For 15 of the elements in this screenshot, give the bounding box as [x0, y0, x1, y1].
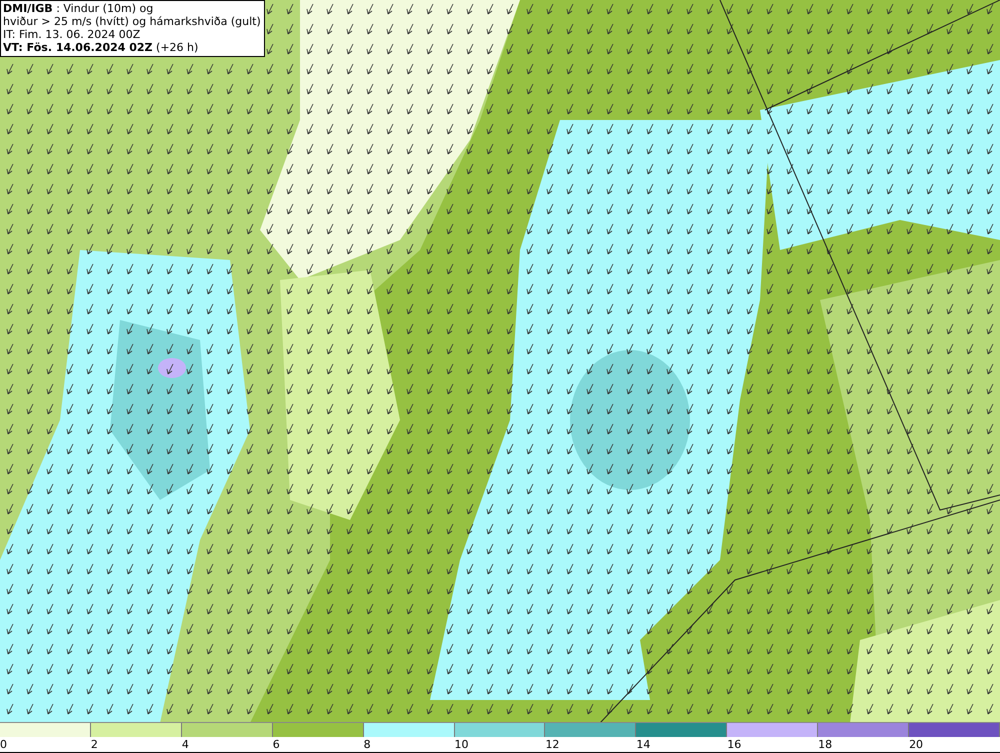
legend-label: 0 — [0, 737, 7, 752]
legend-label: 8 — [364, 737, 371, 752]
title-line: IT: Fim. 13. 06. 2024 00Z — [3, 28, 142, 41]
legend-label: 20 — [909, 737, 924, 752]
legend-label: 2 — [90, 737, 98, 752]
title-line: hviður > 25 m/s (hvítt) og hámarkshviða (gult) — [3, 15, 261, 28]
legend-label: 4 — [182, 737, 189, 752]
legend-label: 14 — [636, 737, 650, 752]
legend-label: 16 — [727, 737, 742, 752]
legend-label: 12 — [545, 737, 560, 752]
legend-label: 6 — [272, 737, 280, 752]
title-line: VT: Fös. 14.06.2024 02Z (+26 h) — [3, 41, 200, 54]
legend-label: 10 — [454, 737, 469, 752]
legend-label: 18 — [818, 737, 832, 752]
title-line: DMI/IGB : Vindur (10m) og — [3, 2, 154, 15]
